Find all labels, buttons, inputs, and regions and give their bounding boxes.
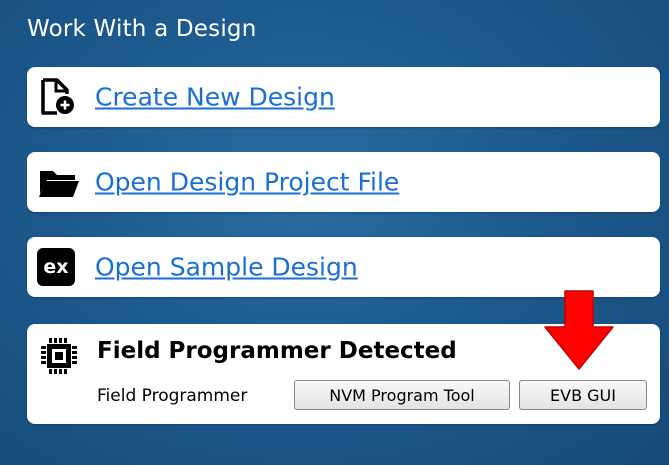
open-sample-design-card[interactable]: ex Open Sample Design: [27, 237, 660, 297]
open-sample-design-link[interactable]: Open Sample Design: [95, 253, 358, 282]
evb-gui-button[interactable]: EVB GUI: [519, 380, 647, 410]
open-design-project-card[interactable]: Open Design Project File: [27, 152, 660, 212]
field-programmer-title: Field Programmer Detected: [97, 338, 457, 364]
red-down-arrow-icon: [544, 290, 614, 370]
nvm-program-tool-button[interactable]: NVM Program Tool: [294, 380, 510, 410]
create-new-design-card[interactable]: Create New Design: [27, 67, 660, 127]
field-programmer-label: Field Programmer: [97, 386, 248, 406]
folder-icon: [39, 171, 79, 197]
create-new-design-link[interactable]: Create New Design: [95, 83, 335, 112]
open-design-project-link[interactable]: Open Design Project File: [95, 168, 399, 197]
panel-title: Work With a Design: [27, 16, 257, 42]
new-file-icon: [41, 78, 74, 115]
example-badge-icon: ex: [37, 248, 75, 286]
chip-icon: [41, 338, 77, 374]
